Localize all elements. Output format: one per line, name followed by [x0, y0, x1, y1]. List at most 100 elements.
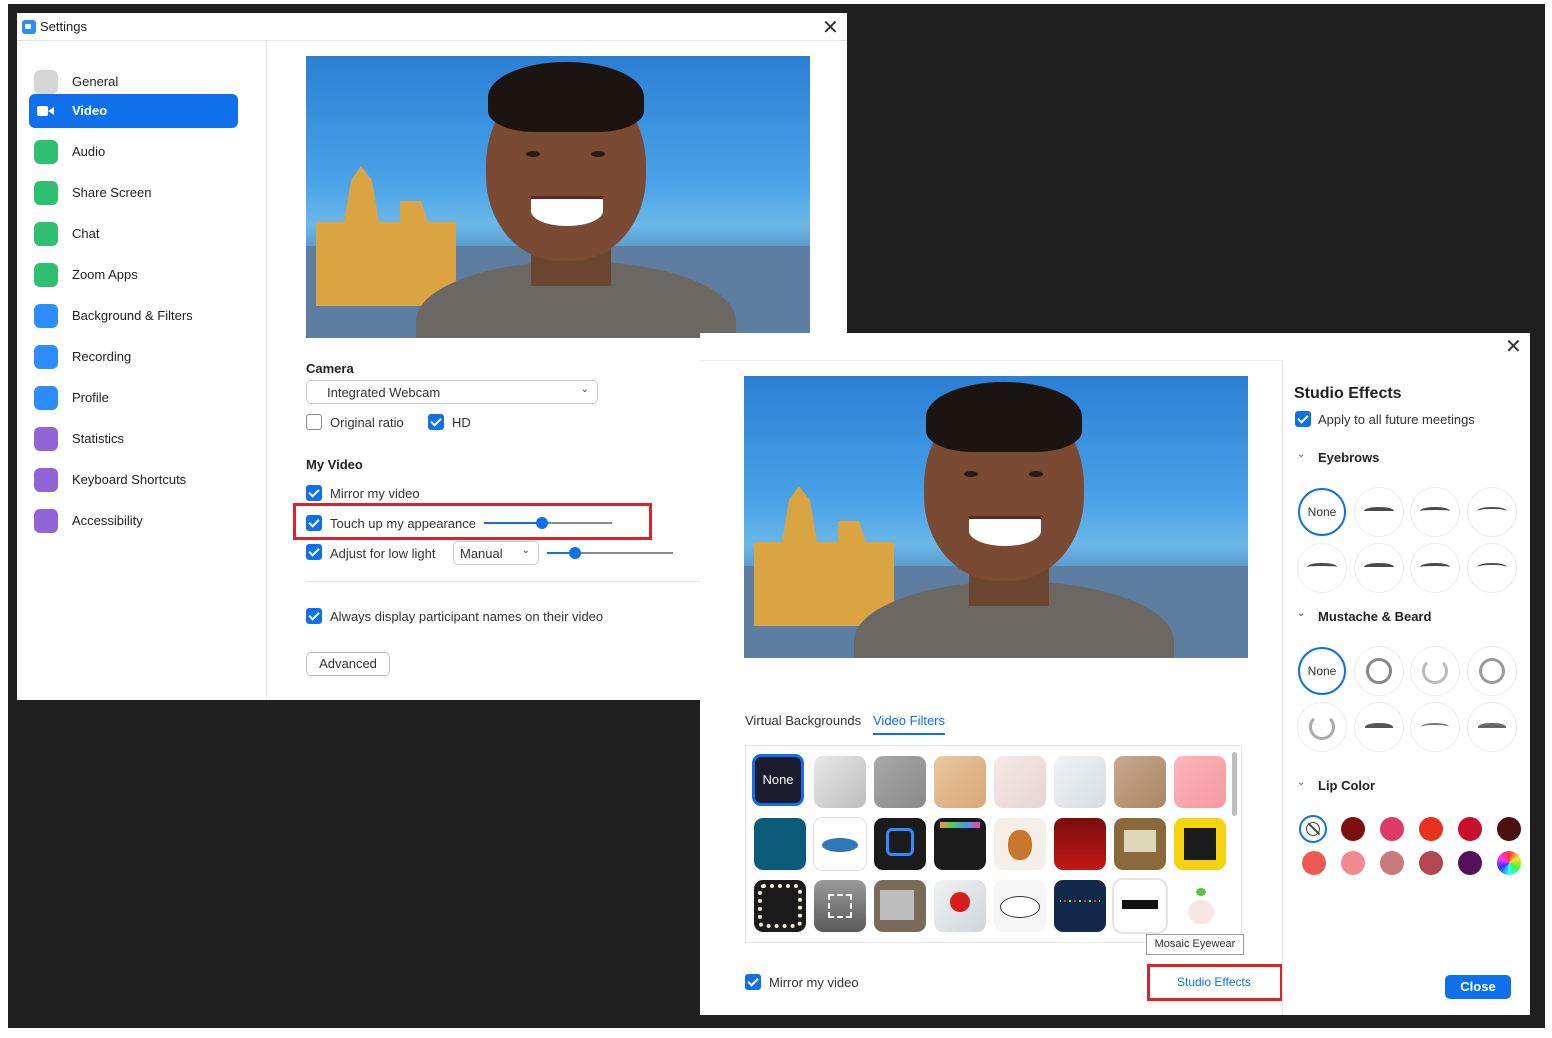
- share-screen-icon: [34, 181, 58, 205]
- sidebar-item-accessibility[interactable]: Accessibility: [29, 504, 238, 538]
- chevron-down-icon[interactable]: ⌄: [1297, 777, 1305, 788]
- sidebar-item-label: Share Screen: [72, 185, 152, 200]
- mustache-option[interactable]: [1355, 703, 1403, 751]
- retro-tv-filter-tile[interactable]: [1114, 818, 1166, 870]
- sidebar-item-chat[interactable]: Chat: [29, 217, 238, 251]
- lip-color-swatch[interactable]: [1380, 817, 1404, 841]
- eyebrows-none-option[interactable]: None: [1298, 488, 1346, 536]
- mustache-option[interactable]: [1411, 703, 1459, 751]
- filter-tile[interactable]: [1174, 756, 1226, 808]
- filter-grid: None: [745, 745, 1242, 943]
- filter-tile[interactable]: [934, 756, 986, 808]
- close-button[interactable]: Close: [1445, 975, 1511, 999]
- studio-effects-title: Studio Effects: [1294, 385, 1402, 402]
- ribbon-filter-tile[interactable]: [934, 880, 986, 932]
- filter-none-label: None: [762, 772, 794, 787]
- chevron-down-icon[interactable]: ⌄: [1297, 449, 1305, 460]
- lip-color-swatch[interactable]: [1419, 851, 1443, 875]
- filter-tile[interactable]: [1114, 756, 1166, 808]
- sidebar-item-background-filters[interactable]: Background & Filters: [29, 299, 238, 333]
- lip-color-swatch[interactable]: [1497, 817, 1521, 841]
- eyebrow-option[interactable]: [1411, 544, 1459, 592]
- advanced-button[interactable]: Advanced: [306, 652, 390, 676]
- lip-color-swatch[interactable]: [1302, 851, 1326, 875]
- low-light-mode-value: Manual: [460, 546, 503, 561]
- mirror-video-label: Mirror my video: [330, 486, 420, 501]
- sidebar-item-audio[interactable]: Audio: [29, 135, 238, 169]
- low-light-checkbox[interactable]: [306, 544, 322, 560]
- filter-tile[interactable]: [874, 756, 926, 808]
- camera-select[interactable]: Integrated Webcam ⌄: [306, 380, 598, 404]
- eyebrow-option[interactable]: [1411, 488, 1459, 536]
- low-light-slider[interactable]: [547, 546, 673, 560]
- eyebrow-option[interactable]: [1468, 488, 1516, 536]
- tab-video-filters[interactable]: Video Filters: [873, 713, 946, 735]
- sidebar-item-zoom-apps[interactable]: Zoom Apps: [29, 258, 238, 292]
- close-icon[interactable]: ✕: [822, 17, 839, 37]
- camera-frame-filter-tile[interactable]: [814, 880, 866, 932]
- emoji-frame-filter-tile[interactable]: [1174, 818, 1226, 870]
- beard-option[interactable]: [1411, 647, 1459, 695]
- filter-tile[interactable]: [814, 756, 866, 808]
- mosaic-eyewear-filter-tile[interactable]: [1114, 880, 1166, 932]
- lip-color-swatch[interactable]: [1458, 817, 1482, 841]
- eyebrow-option[interactable]: [1298, 544, 1346, 592]
- filter-scrollbar[interactable]: [1232, 752, 1237, 816]
- sidebar-item-recording[interactable]: Recording: [29, 340, 238, 374]
- mirror-video-checkbox[interactable]: [306, 485, 322, 501]
- lip-color-swatch[interactable]: [1341, 851, 1365, 875]
- filter-tile[interactable]: [934, 818, 986, 870]
- eyebrow-option[interactable]: [1355, 544, 1403, 592]
- sidebar-item-video[interactable]: Video: [29, 94, 238, 128]
- chat-icon: [34, 222, 58, 246]
- eyebrow-option[interactable]: [1468, 544, 1516, 592]
- apps-icon: [34, 263, 58, 287]
- zoom-10-filter-tile[interactable]: [874, 818, 926, 870]
- apply-future-checkbox[interactable]: [1295, 411, 1311, 427]
- slider-knob[interactable]: [569, 547, 581, 559]
- chevron-down-icon[interactable]: ⌄: [1297, 608, 1305, 619]
- lip-color-swatch[interactable]: [1458, 851, 1482, 875]
- eyebrows-heading[interactable]: Eyebrows: [1318, 450, 1379, 465]
- none-label: None: [1307, 505, 1337, 519]
- mustache-beard-heading[interactable]: Mustache & Beard: [1318, 609, 1431, 624]
- hd-checkbox[interactable]: [428, 414, 444, 430]
- lip-color-heading[interactable]: Lip Color: [1318, 778, 1375, 793]
- low-light-mode-select[interactable]: Manual ⌄: [453, 541, 539, 565]
- no-color-icon[interactable]: [1299, 815, 1327, 843]
- mirror-video-checkbox[interactable]: [745, 974, 761, 990]
- lip-color-swatch[interactable]: [1341, 817, 1365, 841]
- beard-option[interactable]: [1468, 647, 1516, 695]
- accessibility-icon: [34, 509, 58, 533]
- sidebar-item-profile[interactable]: Profile: [29, 381, 238, 415]
- theater-filter-tile[interactable]: [1054, 818, 1106, 870]
- filter-none-tile[interactable]: None: [752, 754, 804, 806]
- color-picker-icon[interactable]: [1497, 851, 1521, 875]
- beard-option[interactable]: [1298, 703, 1346, 751]
- beard-option[interactable]: [1355, 647, 1403, 695]
- recording-icon: [34, 345, 58, 369]
- filter-tile[interactable]: [994, 756, 1046, 808]
- mustache-option[interactable]: [1468, 703, 1516, 751]
- filter-tile[interactable]: [754, 818, 806, 870]
- whale-filter-tile[interactable]: [814, 818, 866, 870]
- original-ratio-checkbox[interactable]: [306, 414, 322, 430]
- tab-virtual-backgrounds[interactable]: Virtual Backgrounds: [745, 713, 861, 728]
- corgi-filter-tile[interactable]: [994, 818, 1046, 870]
- string-lights-filter-tile[interactable]: [1054, 880, 1106, 932]
- sidebar-item-keyboard-shortcuts[interactable]: Keyboard Shortcuts: [29, 463, 238, 497]
- sidebar-item-share-screen[interactable]: Share Screen: [29, 176, 238, 210]
- eyebrow-option[interactable]: [1355, 488, 1403, 536]
- participant-names-checkbox[interactable]: [306, 608, 322, 624]
- sidebar-item-statistics[interactable]: Statistics: [29, 422, 238, 456]
- lip-color-swatch[interactable]: [1419, 817, 1443, 841]
- sprout-filter-tile[interactable]: [1174, 880, 1226, 932]
- lip-color-swatch[interactable]: [1380, 851, 1404, 875]
- speech-bubble-filter-tile[interactable]: [994, 880, 1046, 932]
- mustache-none-option[interactable]: None: [1298, 647, 1346, 695]
- original-ratio-label: Original ratio: [330, 415, 404, 430]
- old-tv-filter-tile[interactable]: [874, 880, 926, 932]
- mirror-lights-filter-tile[interactable]: [754, 880, 806, 932]
- close-icon[interactable]: ✕: [1505, 336, 1522, 356]
- filter-tile[interactable]: [1054, 756, 1106, 808]
